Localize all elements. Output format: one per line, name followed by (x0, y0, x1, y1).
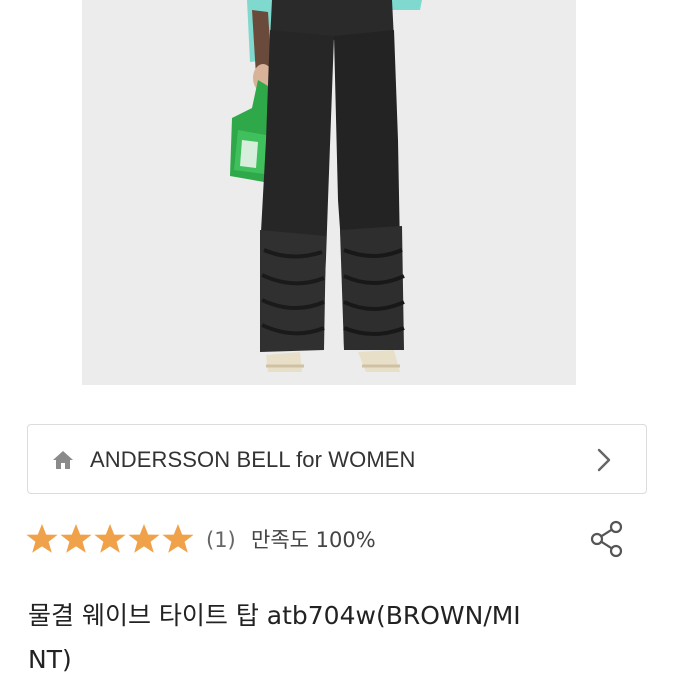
product-photo[interactable] (82, 0, 576, 385)
product-title: 물결 웨이브 타이트 탑 atb704w(BROWN/MINT) (28, 601, 521, 674)
share-icon[interactable] (588, 519, 626, 559)
product-image-area (0, 0, 675, 405)
star-icon (162, 524, 194, 553)
chevron-right-icon (597, 448, 611, 472)
rating-stars (26, 524, 194, 553)
star-icon (94, 524, 126, 553)
star-icon (26, 524, 58, 553)
star-icon (128, 524, 160, 553)
product-photo-illustration (82, 0, 576, 385)
home-icon (53, 451, 73, 469)
brand-name: ANDERSSON BELL for WOMEN (90, 447, 416, 472)
review-count[interactable]: (1) (206, 524, 236, 556)
satisfaction-rate: 만족도 100% (251, 528, 376, 552)
star-icon (60, 524, 92, 553)
